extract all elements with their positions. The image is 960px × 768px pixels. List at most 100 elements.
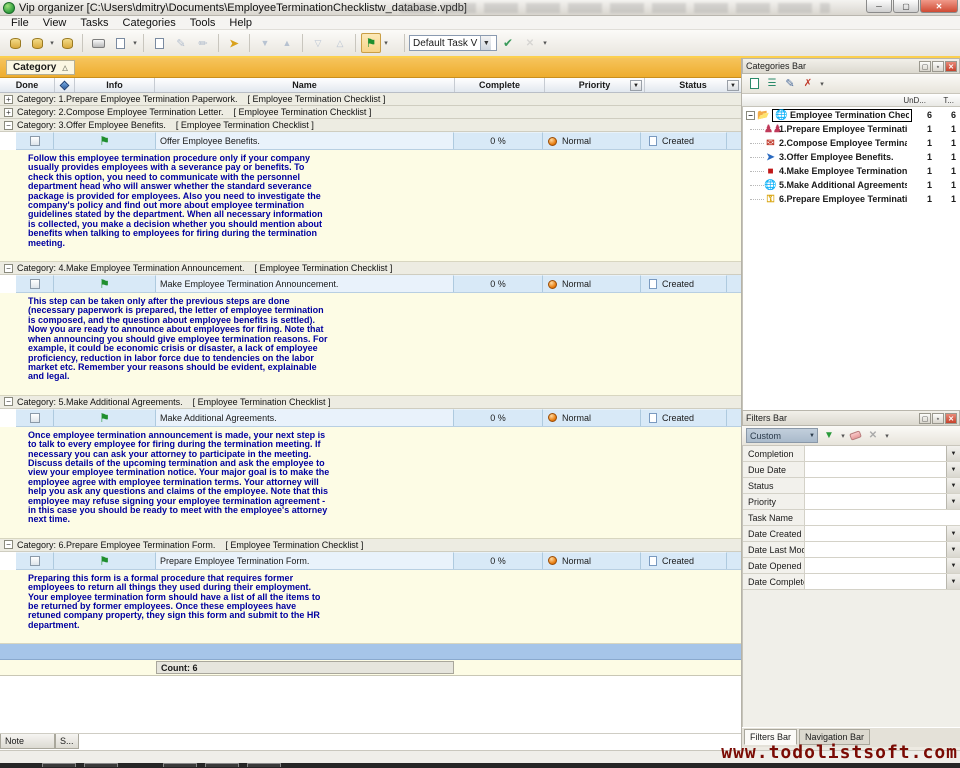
- filter-value[interactable]: [805, 478, 946, 493]
- task-complete-cell[interactable]: 0 %: [454, 409, 543, 426]
- expand-icon[interactable]: +: [4, 95, 13, 104]
- dropdown-arrow-icon[interactable]: ▼: [946, 558, 960, 573]
- filter-value[interactable]: [805, 446, 946, 461]
- column-name[interactable]: Name: [155, 78, 455, 92]
- maximize-button[interactable]: ▢: [893, 0, 919, 13]
- collapse-icon[interactable]: −: [746, 111, 755, 120]
- dropdown-arrow-icon[interactable]: ▼: [946, 526, 960, 541]
- task-name-cell[interactable]: Make Additional Agreements.: [156, 409, 454, 426]
- delete-category-button[interactable]: ✗: [800, 76, 816, 91]
- open-database-dropdown[interactable]: ▾: [48, 39, 56, 47]
- panel-close-icon[interactable]: ✕: [945, 413, 957, 424]
- dropdown-arrow-icon[interactable]: ▼: [946, 494, 960, 509]
- status-filter-dropdown[interactable]: ▼: [727, 80, 739, 91]
- minimize-button[interactable]: ─: [866, 0, 892, 13]
- taskbar-button[interactable]: [84, 763, 118, 767]
- delete-task-button[interactable]: ✏: [193, 33, 213, 53]
- undone-column[interactable]: UnD...: [903, 96, 926, 105]
- selection-row[interactable]: [0, 644, 741, 660]
- menu-categories[interactable]: Categories: [116, 17, 183, 29]
- move-bottom-button[interactable]: ▽: [308, 33, 328, 53]
- task-row[interactable]: ⚑ Offer Employee Benefits. 0 % Normal Cr…: [16, 132, 741, 150]
- filter-value[interactable]: [805, 510, 960, 525]
- task-status-cell[interactable]: Created: [641, 132, 727, 149]
- new-subcategory-button[interactable]: ☰: [764, 76, 780, 91]
- dropdown-arrow-icon[interactable]: ▼: [946, 478, 960, 493]
- task-checkbox[interactable]: [30, 413, 40, 423]
- close-button[interactable]: ✕: [920, 0, 958, 13]
- task-priority-cell[interactable]: Normal: [543, 132, 641, 149]
- tree-root-row[interactable]: − 📂 🌐 Employee Termination Checkli: 6 6: [743, 108, 960, 122]
- note-tab[interactable]: Note: [0, 734, 55, 749]
- menu-file[interactable]: File: [4, 17, 36, 29]
- tree-item[interactable]: ✉ 2.Compose Employee Terminat 1 1: [743, 136, 960, 150]
- dropdown-arrow-icon[interactable]: ▼: [946, 446, 960, 461]
- taskbar-button[interactable]: [247, 763, 281, 767]
- new-category-button[interactable]: [746, 76, 762, 91]
- filter-value[interactable]: [805, 494, 946, 509]
- open-database-button[interactable]: [27, 33, 47, 53]
- task-view-combo-arrow[interactable]: ▼: [480, 36, 491, 50]
- apply-filter-button[interactable]: ▼: [821, 428, 837, 443]
- print-dropdown[interactable]: ▾: [131, 39, 139, 47]
- taskbar-button[interactable]: [163, 763, 197, 767]
- categories-toolbar-dropdown[interactable]: ▾: [818, 80, 826, 88]
- delete-view-button[interactable]: ✕: [520, 33, 540, 53]
- notes-dropdown[interactable]: ▾: [382, 39, 390, 47]
- task-priority-cell[interactable]: Normal: [543, 409, 641, 426]
- task-name-cell[interactable]: Prepare Employee Termination Form.: [156, 552, 454, 569]
- task-complete-cell[interactable]: 0 %: [454, 552, 543, 569]
- category-group-4[interactable]: − Category: 4.Make Employee Termination …: [0, 262, 741, 275]
- filter-value[interactable]: [805, 462, 946, 477]
- task-name-cell[interactable]: Offer Employee Benefits.: [156, 132, 454, 149]
- category-group-3[interactable]: − Category: 3.Offer Employee Benefits. […: [0, 119, 741, 132]
- apply-view-button[interactable]: ✔: [498, 33, 518, 53]
- task-complete-cell[interactable]: 0 %: [454, 132, 543, 149]
- panel-pin-icon[interactable]: ⋆: [932, 413, 944, 424]
- task-row[interactable]: ⚑ Make Employee Termination Announcement…: [16, 275, 741, 293]
- category-sort-chip[interactable]: Category △: [6, 60, 75, 75]
- tree-item[interactable]: ♟♟ 1.Prepare Employee Terminatio 1 1: [743, 122, 960, 136]
- category-group-6[interactable]: − Category: 6.Prepare Employee Terminati…: [0, 539, 741, 552]
- tree-item[interactable]: ⚿ 6.Prepare Employee Terminatio 1 1: [743, 192, 960, 206]
- task-name-cell[interactable]: Make Employee Termination Announcement.: [156, 275, 454, 292]
- apply-filter-dropdown[interactable]: ▾: [839, 432, 847, 440]
- filter-value[interactable]: [805, 574, 946, 589]
- category-group-2[interactable]: + Category: 2.Compose Employee Terminati…: [0, 106, 741, 119]
- column-priority-icon[interactable]: [55, 78, 75, 92]
- category-group-5[interactable]: − Category: 5.Make Additional Agreements…: [0, 396, 741, 409]
- column-complete[interactable]: Complete: [455, 78, 545, 92]
- category-group-1[interactable]: + Category: 1.Prepare Employee Terminati…: [0, 93, 741, 106]
- menu-help[interactable]: Help: [222, 17, 259, 29]
- panel-restore-icon[interactable]: ▢: [919, 413, 931, 424]
- filter-value[interactable]: [805, 526, 946, 541]
- filter-preset-combo-arrow[interactable]: ▼: [807, 433, 817, 439]
- menu-tools[interactable]: Tools: [183, 17, 223, 29]
- filter-value[interactable]: [805, 542, 946, 557]
- task-complete-cell[interactable]: 0 %: [454, 275, 543, 292]
- move-down-button[interactable]: ▼: [255, 33, 275, 53]
- taskbar-button[interactable]: [42, 763, 76, 767]
- edit-category-button[interactable]: ✎: [782, 76, 798, 91]
- collapse-icon[interactable]: −: [4, 397, 13, 406]
- tree-item[interactable]: ➤ 3.Offer Employee Benefits. 1 1: [743, 150, 960, 164]
- column-priority[interactable]: Priority▼: [545, 78, 645, 92]
- new-database-button[interactable]: [5, 33, 25, 53]
- clear-filter-button[interactable]: [847, 428, 863, 443]
- filter-preset-combo[interactable]: Custom ▼: [746, 428, 818, 443]
- tree-item[interactable]: 🌐 5.Make Additional Agreements 1 1: [743, 178, 960, 192]
- tree-item[interactable]: ■ 4.Make Employee Termination 1 1: [743, 164, 960, 178]
- dropdown-arrow-icon[interactable]: ▼: [946, 462, 960, 477]
- task-priority-cell[interactable]: Normal: [543, 275, 641, 292]
- task-view-combo[interactable]: Default Task V ▼: [409, 35, 497, 51]
- task-checkbox[interactable]: [30, 556, 40, 566]
- save-database-button[interactable]: [57, 33, 77, 53]
- panel-restore-icon[interactable]: ▢: [919, 61, 931, 72]
- dropdown-arrow-icon[interactable]: ▼: [946, 542, 960, 557]
- column-status[interactable]: Status▼: [645, 78, 741, 92]
- collapse-icon[interactable]: −: [4, 540, 13, 549]
- filters-toolbar-dropdown[interactable]: ▾: [883, 432, 891, 440]
- menu-view[interactable]: View: [36, 17, 74, 29]
- view-toolbar-dropdown[interactable]: ▾: [541, 39, 549, 47]
- task-status-cell[interactable]: Created: [641, 409, 727, 426]
